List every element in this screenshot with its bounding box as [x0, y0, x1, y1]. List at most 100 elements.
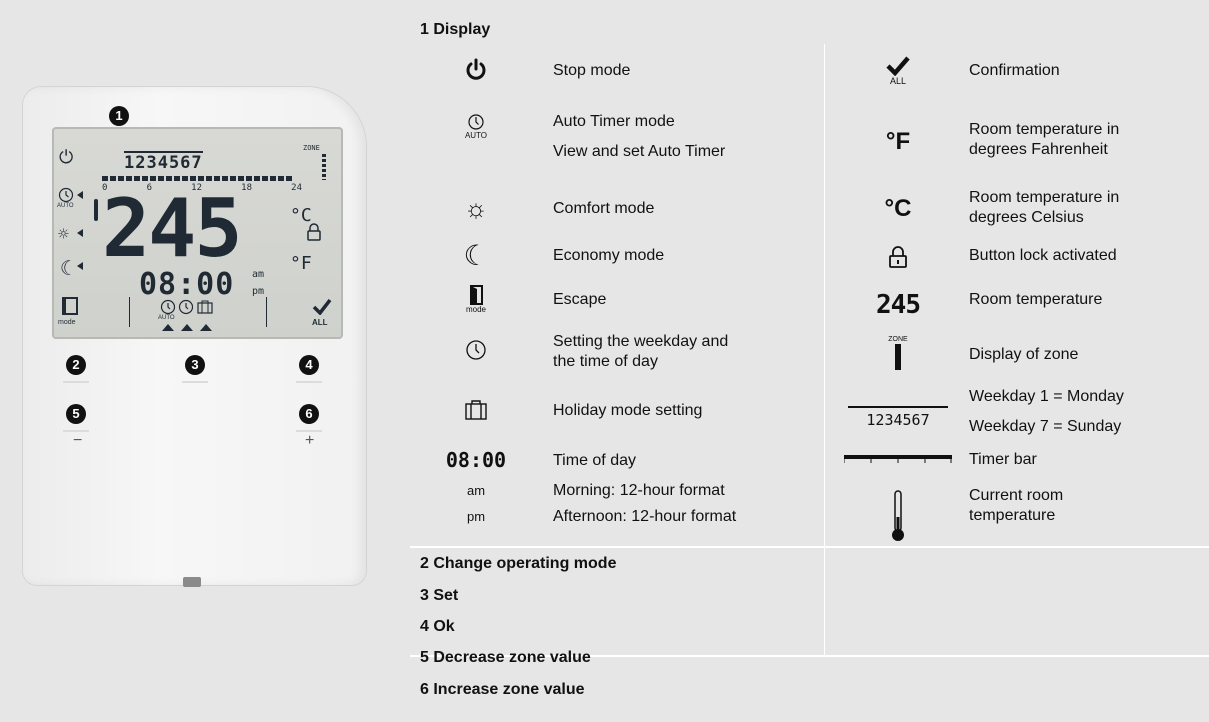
current-temp-text: Current room: [969, 487, 1064, 504]
am-icon: am: [466, 482, 486, 498]
weekday-time-text-2: the time of day: [553, 353, 658, 370]
badge-2: 2: [66, 355, 86, 375]
lcd-all-label: ALL: [312, 318, 328, 327]
fahrenheit-text-2: degrees Fahrenheit: [969, 141, 1108, 158]
lcd-pm: pm: [252, 286, 265, 297]
legend-panel: [410, 0, 1209, 722]
button-3-mark[interactable]: [182, 381, 208, 383]
pm-icon: pm: [466, 508, 486, 524]
zone-icon-label: ZONE: [888, 336, 908, 343]
lcd-weekdays: 1234567: [124, 151, 203, 173]
lcd-auto-clock-icon: [58, 187, 74, 203]
escape-icon-label: mode: [465, 304, 486, 314]
section-decrease: 5 Decrease zone value: [420, 649, 591, 666]
auto-timer-icon: AUTO: [456, 112, 496, 140]
escape-text: Escape: [553, 291, 607, 308]
power-icon: [456, 55, 496, 85]
button-4-mark[interactable]: [296, 381, 322, 383]
lcd-arrow-economy: [77, 262, 83, 270]
lcd-arrow-comfort: [77, 229, 83, 237]
lcd-auto-label-bottom: AUTO: [158, 315, 175, 321]
lcd-unit-f: °F: [290, 253, 312, 274]
lcd-escape-icon: [62, 297, 78, 315]
weekday-monday-text: Weekday 1 = Monday: [969, 388, 1124, 405]
holiday-mode-text: Holiday mode setting: [553, 402, 703, 419]
check-icon: ALL: [878, 52, 918, 90]
lcd-auto-label: AUTO: [57, 203, 74, 209]
section-ok: 4 Ok: [420, 618, 455, 635]
timer-bar-text: Timer bar: [969, 451, 1037, 468]
lcd-sep-right: [266, 297, 267, 327]
lcd-power-icon: ⏻: [59, 147, 74, 168]
auto-timer-text-2: View and set Auto Timer: [553, 143, 726, 160]
auto-timer-icon-label: AUTO: [464, 130, 488, 140]
zone-icon-bar: [895, 344, 901, 370]
time-of-day-text: Time of day: [553, 452, 636, 469]
moon-icon: ☾: [463, 239, 489, 271]
section-increase: 6 Increase zone value: [420, 681, 585, 698]
button-2-mark[interactable]: [63, 381, 89, 383]
lcd-lock-icon: [307, 223, 321, 241]
device-foot: [183, 577, 201, 587]
weekday-sunday-text: Weekday 7 = Sunday: [969, 418, 1122, 435]
badge-3: 3: [185, 355, 205, 375]
lcd-zone-label: ZONE: [303, 144, 320, 152]
lcd-timer-bar: [102, 176, 292, 181]
clock-icon: [456, 335, 496, 365]
section-display-heading: 1 Display: [420, 21, 491, 38]
timer-bar-icon: [843, 452, 953, 468]
badge-6: 6: [299, 404, 319, 424]
fahrenheit-text: Room temperature in: [969, 121, 1120, 138]
lcd-arrow-auto: [77, 191, 83, 199]
lcd-time: 08:00: [139, 267, 235, 302]
lcd-moon-icon: ☾: [60, 256, 73, 280]
lcd-am: am: [252, 269, 265, 280]
minus-sign: −: [73, 432, 83, 449]
lcd-temperature: 245: [102, 182, 242, 275]
afternoon-text: Afternoon: 12-hour format: [553, 508, 737, 525]
badge-5: 5: [66, 404, 86, 424]
time-of-day-icon: 08:00: [445, 448, 507, 472]
badge-1: 1: [109, 106, 129, 126]
lcd-check-icon: [312, 299, 332, 315]
zone-icon: ZONE: [878, 333, 918, 373]
celsius-icon: °C: [884, 195, 912, 222]
sun-icon: ☼: [464, 192, 488, 223]
celsius-text-2: degrees Celsius: [969, 209, 1084, 226]
lock-text: Button lock activated: [969, 247, 1117, 264]
section-change-mode: 2 Change operating mode: [420, 555, 617, 572]
auto-timer-text: Auto Timer mode: [553, 113, 675, 130]
weekdays-icon: 1234567: [848, 406, 948, 432]
escape-icon: mode: [456, 282, 496, 316]
legend-column-divider: [824, 44, 825, 656]
confirmation-text: Confirmation: [969, 62, 1060, 79]
comfort-mode-text: Comfort mode: [553, 200, 655, 217]
lcd-zone-bar: [322, 154, 326, 180]
lock-icon: [878, 242, 918, 272]
lcd-sep-left: [129, 297, 130, 327]
lcd-scale-18: 18: [241, 183, 252, 193]
plus-sign: +: [305, 432, 315, 449]
badge-4: 4: [299, 355, 319, 375]
lcd-thermometer-icon: [94, 199, 98, 221]
lcd-mode-label: mode: [58, 319, 76, 326]
stop-mode-text: Stop mode: [553, 62, 631, 79]
room-temp-text: Room temperature: [969, 291, 1103, 308]
room-temp-icon: 245: [876, 290, 921, 320]
section-set: 3 Set: [420, 587, 459, 604]
lcd-bottom-icons: [160, 299, 213, 315]
thermometer-icon: [878, 488, 918, 544]
zone-text: Display of zone: [969, 346, 1079, 363]
lcd-display: 1234567 ZONE 0 6 12 18 24 245 °C °F 08:0…: [52, 127, 343, 339]
weekday-time-text: Setting the weekday and: [553, 333, 729, 350]
lcd-sun-icon: ☼: [58, 224, 69, 245]
morning-text: Morning: 12-hour format: [553, 482, 725, 499]
check-icon-label: ALL: [889, 76, 906, 86]
fahrenheit-icon: °F: [885, 128, 911, 155]
economy-mode-text: Economy mode: [553, 247, 665, 264]
legend-divider-bottom: [410, 546, 1209, 548]
current-temp-text-2: temperature: [969, 507, 1056, 524]
lcd-scale-24: 24: [291, 183, 302, 193]
lcd-bottom-arrows: [162, 324, 212, 331]
holiday-icon: [456, 395, 496, 425]
